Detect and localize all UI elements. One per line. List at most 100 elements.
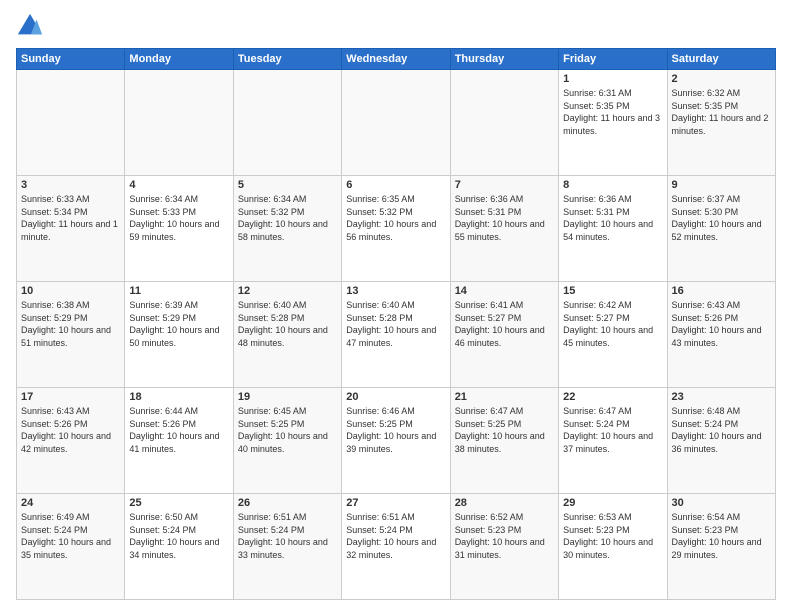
day-cell: 1 Sunrise: 6:31 AM Sunset: 5:35 PM Daylig…: [559, 70, 667, 176]
day-number: 11: [129, 285, 228, 297]
day-info: Sunrise: 6:43 AM Sunset: 5:26 PM Dayligh…: [672, 299, 771, 349]
day-cell: 4 Sunrise: 6:34 AM Sunset: 5:33 PM Daylig…: [125, 176, 233, 282]
day-info: Sunrise: 6:49 AM Sunset: 5:24 PM Dayligh…: [21, 511, 120, 561]
day-cell: 6 Sunrise: 6:35 AM Sunset: 5:32 PM Daylig…: [342, 176, 450, 282]
day-info: Sunrise: 6:32 AM Sunset: 5:35 PM Dayligh…: [672, 87, 771, 137]
day-cell: 2 Sunrise: 6:32 AM Sunset: 5:35 PM Daylig…: [667, 70, 775, 176]
day-number: 30: [672, 497, 771, 509]
day-cell: 20Sunrise: 6:46 AM Sunset: 5:25 PM Dayli…: [342, 388, 450, 494]
day-number: 20: [346, 391, 445, 403]
weekday-header-tuesday: Tuesday: [233, 49, 341, 70]
day-number: 22: [563, 391, 662, 403]
day-number: 5: [238, 179, 337, 191]
day-cell: 23Sunrise: 6:48 AM Sunset: 5:24 PM Dayli…: [667, 388, 775, 494]
day-number: 16: [672, 285, 771, 297]
day-cell: 11 Sunrise: 6:39 AM Sunset: 5:29 PM Dayli…: [125, 282, 233, 388]
day-info: Sunrise: 6:52 AM Sunset: 5:23 PM Dayligh…: [455, 511, 554, 561]
day-cell: 10 Sunrise: 6:38 AM Sunset: 5:29 PM Dayli…: [17, 282, 125, 388]
weekday-header-wednesday: Wednesday: [342, 49, 450, 70]
page: SundayMondayTuesdayWednesdayThursdayFrid…: [0, 0, 792, 612]
day-info: Sunrise: 6:36 AM Sunset: 5:31 PM Dayligh…: [455, 193, 554, 243]
day-info: Sunrise: 6:45 AM Sunset: 5:25 PM Dayligh…: [238, 405, 337, 455]
day-number: 28: [455, 497, 554, 509]
day-info: Sunrise: 6:38 AM Sunset: 5:29 PM Dayligh…: [21, 299, 120, 349]
day-number: 9: [672, 179, 771, 191]
day-cell: 19 Sunrise: 6:45 AM Sunset: 5:25 PM Dayli…: [233, 388, 341, 494]
day-cell: 22Sunrise: 6:47 AM Sunset: 5:24 PM Dayli…: [559, 388, 667, 494]
day-info: Sunrise: 6:51 AM Sunset: 5:24 PM Dayligh…: [238, 511, 337, 561]
day-info: Sunrise: 6:47 AM Sunset: 5:25 PM Dayligh…: [455, 405, 554, 455]
day-cell: 15 Sunrise: 6:42 AM Sunset: 5:27 PM Dayli…: [559, 282, 667, 388]
day-cell: 30 Sunrise: 6:54 AM Sunset: 5:23 PM Dayli…: [667, 494, 775, 600]
day-cell: 3Sunrise: 6:33 AM Sunset: 5:34 PM Daylig…: [17, 176, 125, 282]
day-info: Sunrise: 6:40 AM Sunset: 5:28 PM Dayligh…: [346, 299, 445, 349]
day-cell: [342, 70, 450, 176]
day-number: 10: [21, 285, 120, 297]
day-cell: 26 Sunrise: 6:51 AM Sunset: 5:24 PM Dayli…: [233, 494, 341, 600]
logo: [16, 12, 48, 40]
day-info: Sunrise: 6:31 AM Sunset: 5:35 PM Dayligh…: [563, 87, 662, 137]
day-cell: 9Sunrise: 6:37 AM Sunset: 5:30 PM Daylig…: [667, 176, 775, 282]
day-cell: [450, 70, 558, 176]
weekday-header-saturday: Saturday: [667, 49, 775, 70]
day-cell: 28 Sunrise: 6:52 AM Sunset: 5:23 PM Dayli…: [450, 494, 558, 600]
day-number: 6: [346, 179, 445, 191]
day-cell: [233, 70, 341, 176]
day-info: Sunrise: 6:54 AM Sunset: 5:23 PM Dayligh…: [672, 511, 771, 561]
day-number: 1: [563, 73, 662, 85]
day-number: 14: [455, 285, 554, 297]
week-row-5: 24Sunrise: 6:49 AM Sunset: 5:24 PM Dayli…: [17, 494, 776, 600]
day-info: Sunrise: 6:36 AM Sunset: 5:31 PM Dayligh…: [563, 193, 662, 243]
logo-icon: [16, 12, 44, 40]
day-number: 12: [238, 285, 337, 297]
day-number: 15: [563, 285, 662, 297]
day-number: 2: [672, 73, 771, 85]
day-cell: [125, 70, 233, 176]
day-cell: 16 Sunrise: 6:43 AM Sunset: 5:26 PM Dayli…: [667, 282, 775, 388]
day-number: 25: [129, 497, 228, 509]
day-cell: [17, 70, 125, 176]
day-number: 8: [563, 179, 662, 191]
day-info: Sunrise: 6:34 AM Sunset: 5:33 PM Dayligh…: [129, 193, 228, 243]
day-info: Sunrise: 6:50 AM Sunset: 5:24 PM Dayligh…: [129, 511, 228, 561]
day-cell: 27 Sunrise: 6:51 AM Sunset: 5:24 PM Dayli…: [342, 494, 450, 600]
day-info: Sunrise: 6:51 AM Sunset: 5:24 PM Dayligh…: [346, 511, 445, 561]
day-number: 7: [455, 179, 554, 191]
day-cell: 24Sunrise: 6:49 AM Sunset: 5:24 PM Dayli…: [17, 494, 125, 600]
day-info: Sunrise: 6:39 AM Sunset: 5:29 PM Dayligh…: [129, 299, 228, 349]
day-cell: 14 Sunrise: 6:41 AM Sunset: 5:27 PM Dayli…: [450, 282, 558, 388]
day-info: Sunrise: 6:44 AM Sunset: 5:26 PM Dayligh…: [129, 405, 228, 455]
day-number: 21: [455, 391, 554, 403]
day-info: Sunrise: 6:53 AM Sunset: 5:23 PM Dayligh…: [563, 511, 662, 561]
day-number: 27: [346, 497, 445, 509]
header: [16, 12, 776, 40]
day-cell: 17Sunrise: 6:43 AM Sunset: 5:26 PM Dayli…: [17, 388, 125, 494]
day-number: 4: [129, 179, 228, 191]
day-cell: 5Sunrise: 6:34 AM Sunset: 5:32 PM Daylig…: [233, 176, 341, 282]
day-info: Sunrise: 6:41 AM Sunset: 5:27 PM Dayligh…: [455, 299, 554, 349]
weekday-header-sunday: Sunday: [17, 49, 125, 70]
day-info: Sunrise: 6:35 AM Sunset: 5:32 PM Dayligh…: [346, 193, 445, 243]
day-cell: 21 Sunrise: 6:47 AM Sunset: 5:25 PM Dayli…: [450, 388, 558, 494]
day-info: Sunrise: 6:40 AM Sunset: 5:28 PM Dayligh…: [238, 299, 337, 349]
day-number: 19: [238, 391, 337, 403]
day-info: Sunrise: 6:42 AM Sunset: 5:27 PM Dayligh…: [563, 299, 662, 349]
day-number: 26: [238, 497, 337, 509]
week-row-4: 17Sunrise: 6:43 AM Sunset: 5:26 PM Dayli…: [17, 388, 776, 494]
day-number: 18: [129, 391, 228, 403]
week-row-3: 10 Sunrise: 6:38 AM Sunset: 5:29 PM Dayli…: [17, 282, 776, 388]
weekday-header-row: SundayMondayTuesdayWednesdayThursdayFrid…: [17, 49, 776, 70]
weekday-header-thursday: Thursday: [450, 49, 558, 70]
day-cell: 25 Sunrise: 6:50 AM Sunset: 5:24 PM Dayli…: [125, 494, 233, 600]
weekday-header-monday: Monday: [125, 49, 233, 70]
day-cell: 29Sunrise: 6:53 AM Sunset: 5:23 PM Dayli…: [559, 494, 667, 600]
week-row-2: 3Sunrise: 6:33 AM Sunset: 5:34 PM Daylig…: [17, 176, 776, 282]
day-number: 3: [21, 179, 120, 191]
day-info: Sunrise: 6:43 AM Sunset: 5:26 PM Dayligh…: [21, 405, 120, 455]
day-info: Sunrise: 6:48 AM Sunset: 5:24 PM Dayligh…: [672, 405, 771, 455]
day-cell: 18 Sunrise: 6:44 AM Sunset: 5:26 PM Dayli…: [125, 388, 233, 494]
calendar: SundayMondayTuesdayWednesdayThursdayFrid…: [16, 48, 776, 600]
day-cell: 7 Sunrise: 6:36 AM Sunset: 5:31 PM Daylig…: [450, 176, 558, 282]
day-number: 13: [346, 285, 445, 297]
week-row-1: 1 Sunrise: 6:31 AM Sunset: 5:35 PM Daylig…: [17, 70, 776, 176]
